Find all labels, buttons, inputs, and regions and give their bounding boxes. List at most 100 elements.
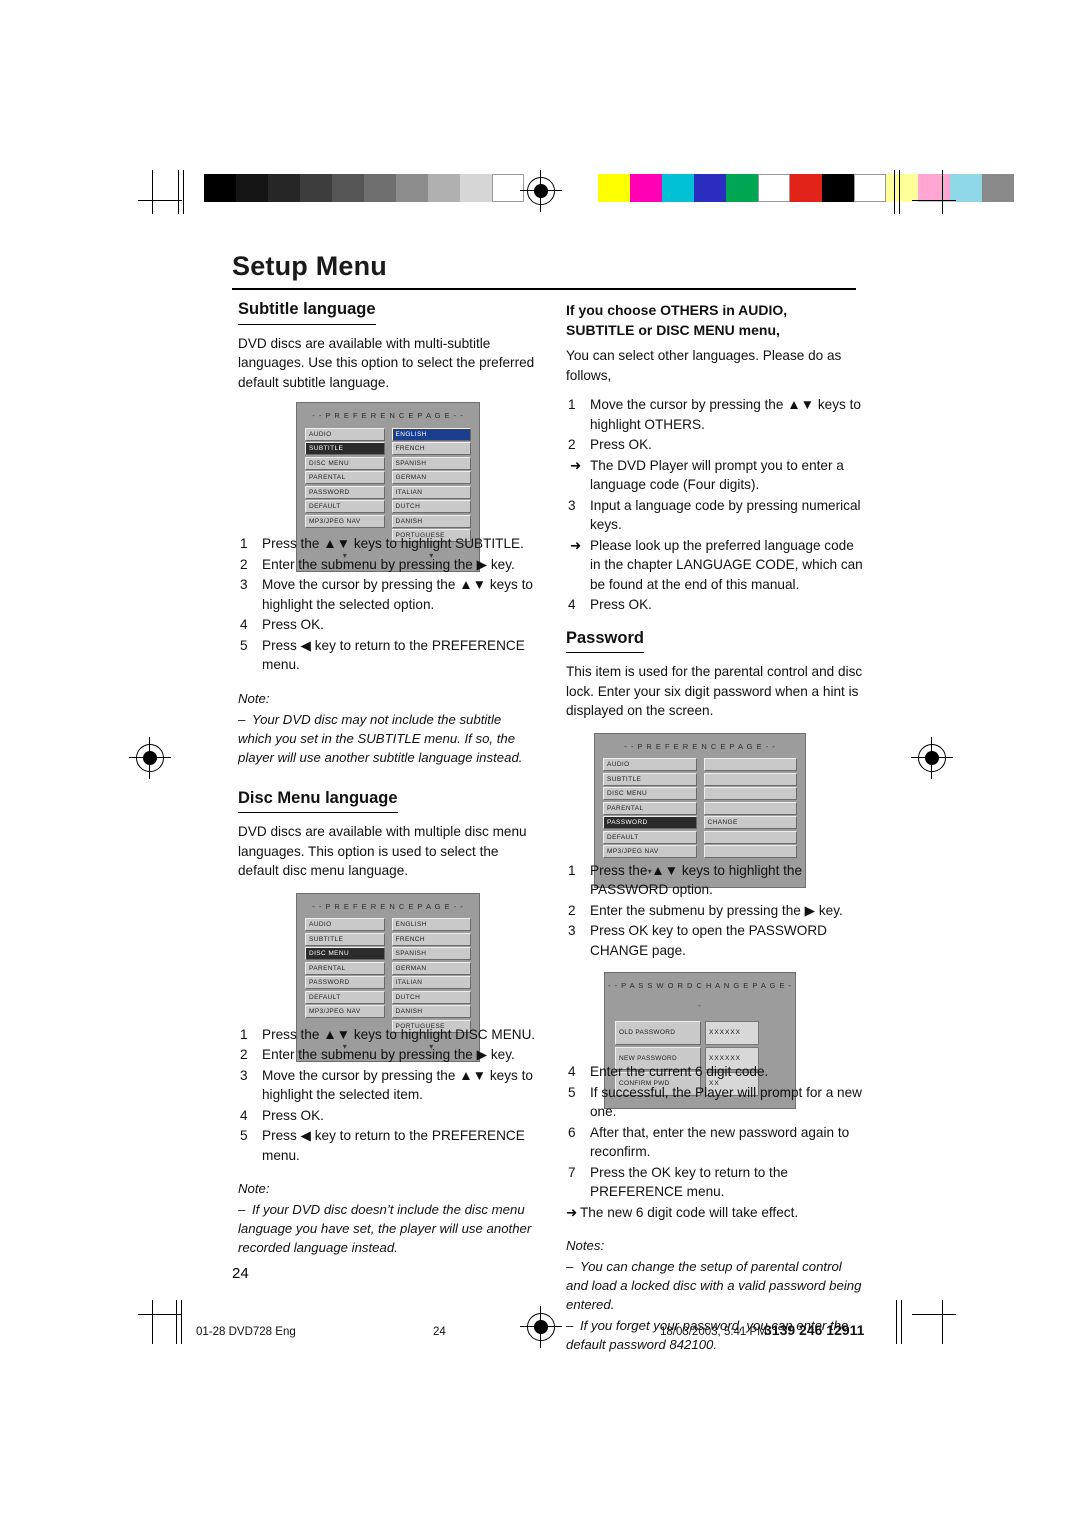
list-item: 2 Enter the submenu by pressing the ▶ key…	[240, 556, 515, 572]
osd-lang-spanish: SPANISH	[391, 456, 471, 470]
page-title: Setup Menu	[232, 251, 387, 281]
note-text: Your DVD disc may not include the subtit…	[238, 711, 523, 765]
registration-mark-right	[911, 737, 953, 779]
osd-item-subtitle: SUBTITLE	[305, 932, 385, 946]
grayscale-swatch-strip	[204, 174, 524, 202]
osd-title: - - P R E F E R E N C E P A G E - -	[312, 901, 464, 911]
list-item: 4 Press OK.	[240, 1107, 324, 1123]
osd-item-audio: AUDIO	[603, 758, 697, 771]
password-heading: Password	[566, 629, 644, 653]
osd-lang-german: GERMAN	[391, 471, 471, 484]
osd-item-disc-menu: DISC MENU	[603, 787, 697, 800]
crop-mark-top-right	[912, 170, 956, 214]
list-item: 7 Press the OK key to return to the PREFE…	[568, 1164, 788, 1200]
osd-lang-french: FRENCH	[391, 442, 471, 455]
page-footer: 01-28 DVD728 Eng 24 18/03/2003, 5:41 PM …	[0, 1318, 1080, 1354]
osd-item-subtitle: SUBTITLE	[305, 442, 385, 455]
footer-document-code: 3139 246 12911	[764, 1322, 865, 1338]
osd-lang-danish: DANISH	[391, 1005, 471, 1018]
list-item: 2 Enter the submenu by pressing the ▶ key…	[240, 1047, 515, 1062]
list-item: 1 Press the ▲▼ keys to highlight DISC MEN…	[240, 1026, 536, 1042]
manual-page: Setup Menu Subtitle language DVD discs a…	[0, 0, 1080, 1528]
others-heading: If you choose OTHERS in AUDIO, SUBTITLE …	[566, 302, 788, 338]
list-item: 2 Enter the submenu by pressing the ▶ key…	[568, 902, 843, 918]
list-item: 3 Input a language code by pressing numer…	[568, 497, 861, 533]
subtitle-language-heading: Subtitle language	[238, 300, 376, 325]
password-body: This item is used for the parental contr…	[566, 664, 863, 718]
arrow-icon: ➜	[570, 457, 582, 473]
osd-item-parental: PARENTAL	[305, 961, 385, 975]
list-item: 6 After that, enter the new password agai…	[568, 1124, 850, 1160]
osd-item-default: DEFAULT	[603, 830, 697, 844]
list-item: ➜ The new 6 digit code will take effect.	[566, 1203, 866, 1223]
table-row: OLD PASSWORD XXXXXX	[615, 1021, 785, 1045]
osd-title: - - P R E F E R E N C E P A G E - -	[312, 411, 464, 420]
list-item: ➜ The DVD Player will prompt you to enter…	[570, 457, 844, 493]
subtitle-language-body: DVD discs are available with multi-subti…	[238, 335, 535, 390]
osd-item-audio: AUDIO	[305, 427, 385, 441]
list-item: 1 Move the cursor by pressing the ▲▼ keys…	[568, 397, 861, 432]
footer-center: 24	[433, 1326, 446, 1338]
list-item: 5 Press ◀ key to return to the PREFERENCE…	[240, 637, 525, 673]
osd-lang-german: GERMAN	[391, 961, 471, 975]
list-item: 5 If successful, the Player will prompt f…	[568, 1084, 862, 1120]
osd-blank-5	[703, 830, 797, 844]
subtitle-steps: 1 Press the ▲▼ keys to highlight SUBTITLE…	[238, 534, 538, 675]
list-item: 2 Press OK.	[568, 437, 652, 452]
arrow-icon: ➜	[570, 537, 582, 553]
disc-menu-language-heading: Disc Menu language	[238, 789, 398, 813]
list-item: 1 Press the ▲▼ keys to highlight the PASS…	[568, 862, 803, 898]
note-text: If your DVD disc doesn’t include the dis…	[238, 1202, 532, 1255]
osd-lang-spanish: SPANISH	[391, 947, 471, 960]
osd-password-change: CHANGE	[703, 816, 797, 829]
osd-blank-2	[703, 772, 797, 786]
osd-item-password: PASSWORD	[305, 976, 385, 989]
old-password-label: OLD PASSWORD	[615, 1021, 701, 1045]
password-steps-2: 4 Enter the current 6 digit code. 5 If suc…	[566, 1062, 866, 1222]
osd-blank-4	[703, 801, 797, 815]
osd-lang-italian: ITALIAN	[391, 976, 471, 989]
crop-mark-top-left	[138, 170, 182, 214]
list-item: 3 Move the cursor by pressing the ▲▼ keys…	[240, 577, 533, 612]
list-item: 3 Press OK key to open the PASSWORD CHANG…	[568, 923, 827, 958]
list-item: 4 Press OK.	[240, 617, 324, 632]
arrow-icon: ➜	[566, 1204, 578, 1220]
osd-item-parental: PARENTAL	[305, 471, 385, 484]
osd-item-default: DEFAULT	[305, 990, 385, 1004]
registration-mark-left	[129, 737, 171, 779]
note-label: Note:	[238, 1181, 270, 1196]
osd-lang-dutch: DUTCH	[391, 500, 471, 513]
osd-item-password: PASSWORD	[305, 485, 385, 499]
footer-right: 18/03/2003, 5:41 PM	[660, 1326, 767, 1338]
subtitle-note: Note: – Your DVD disc may not include the…	[238, 689, 538, 767]
list-item: 3 Move the cursor by pressing the ▲▼ keys…	[240, 1067, 533, 1103]
disc-menu-language-body: DVD discs are available with multiple di…	[238, 824, 527, 878]
note-text-1: You can change the setup of parental con…	[566, 1259, 862, 1312]
osd-item-mp3jpeg: MP3/JPEG NAV	[603, 845, 697, 858]
disc-menu-steps: 1 Press the ▲▼ keys to highlight DISC MEN…	[238, 1025, 538, 1166]
registration-mark-top	[520, 170, 562, 212]
osd-lang-english: ENGLISH	[391, 427, 471, 441]
title-rule	[232, 288, 856, 290]
notes-label: Notes:	[566, 1238, 605, 1253]
osd-item-mp3jpeg: MP3/JPEG NAV	[305, 514, 385, 528]
footer-left: 01-28 DVD728 Eng	[196, 1326, 296, 1338]
osd-title: - - P A S S W O R D C H A N G E P A G E …	[607, 981, 793, 1010]
crop-bar-left	[178, 170, 186, 214]
page-number: 24	[232, 1265, 249, 1282]
osd-item-default: DEFAULT	[305, 500, 385, 513]
osd-item-password: PASSWORD	[603, 816, 697, 829]
password-steps: 1 Press the ▲▼ keys to highlight the PASS…	[566, 861, 866, 961]
osd-blank-1	[703, 758, 797, 771]
osd-lang-french: FRENCH	[391, 932, 471, 946]
osd-lang-english: ENGLISH	[391, 918, 471, 931]
list-item: ➜ Please look up the preferred language c…	[570, 537, 863, 592]
osd-item-disc-menu: DISC MENU	[305, 456, 385, 470]
osd-blank-6	[703, 845, 797, 858]
osd-lang-danish: DANISH	[391, 514, 471, 528]
list-item: 4 Press OK.	[568, 597, 652, 612]
list-item: 5 Press ◀ key to return to the PREFERENCE…	[240, 1128, 525, 1163]
osd-item-subtitle: SUBTITLE	[603, 772, 697, 786]
list-item: 4 Enter the current 6 digit code.	[568, 1064, 769, 1079]
right-column: If you choose OTHERS in AUDIO, SUBTITLE …	[566, 300, 866, 1354]
